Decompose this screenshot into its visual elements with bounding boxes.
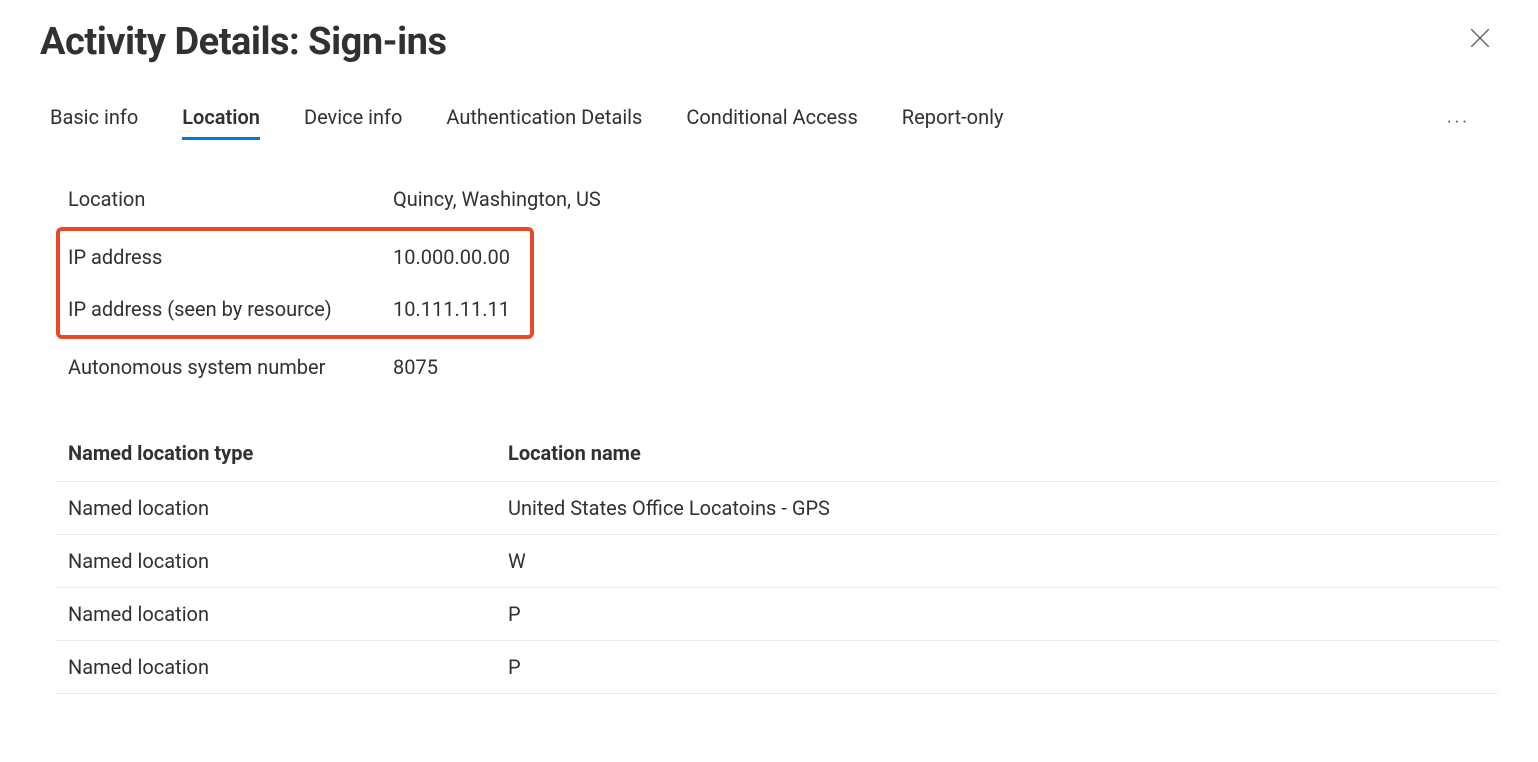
cell-name: P: [496, 588, 1498, 641]
cell-name: W: [496, 535, 1498, 588]
more-icon: ···: [1447, 112, 1470, 133]
tab-device-info[interactable]: Device info: [304, 105, 402, 140]
location-details: Location Quincy, Washington, US IP addre…: [40, 171, 1498, 395]
tab-report-only[interactable]: Report-only: [902, 105, 1004, 140]
label-ip-address: IP address: [68, 245, 393, 269]
value-asn: 8075: [393, 355, 438, 379]
highlighted-ip-section: IP address 10.000.00.00 IP address (seen…: [56, 227, 534, 339]
close-icon: [1470, 33, 1490, 52]
label-location: Location: [68, 187, 393, 211]
cell-name: P: [496, 641, 1498, 694]
tab-basic-info[interactable]: Basic info: [50, 105, 138, 140]
detail-ip-address: IP address 10.000.00.00: [68, 231, 510, 283]
cell-type: Named location: [56, 535, 496, 588]
table-row[interactable]: Named location P: [56, 641, 1498, 694]
more-tabs-button[interactable]: ···: [1439, 104, 1478, 141]
label-ip-address-resource: IP address (seen by resource): [68, 297, 393, 321]
named-locations-table: Named location type Location name Named …: [56, 425, 1498, 694]
table-row[interactable]: Named location P: [56, 588, 1498, 641]
cell-type: Named location: [56, 641, 496, 694]
named-locations-table-section: Named location type Location name Named …: [40, 425, 1498, 694]
table-row[interactable]: Named location W: [56, 535, 1498, 588]
label-asn: Autonomous system number: [68, 355, 393, 379]
detail-ip-address-resource: IP address (seen by resource) 10.111.11.…: [68, 283, 510, 335]
cell-type: Named location: [56, 588, 496, 641]
cell-type: Named location: [56, 482, 496, 535]
value-ip-address: 10.000.00.00: [393, 245, 510, 269]
tab-location[interactable]: Location: [182, 105, 260, 140]
tab-authentication-details[interactable]: Authentication Details: [446, 105, 642, 140]
cell-name: United States Office Locatoins - GPS: [496, 482, 1498, 535]
page-title: Activity Details: Sign-ins: [40, 20, 446, 64]
column-header-name[interactable]: Location name: [496, 425, 1498, 482]
detail-location: Location Quincy, Washington, US: [68, 171, 1498, 227]
value-ip-address-resource: 10.111.11.11: [393, 297, 510, 321]
table-row[interactable]: Named location United States Office Loca…: [56, 482, 1498, 535]
value-location: Quincy, Washington, US: [393, 187, 601, 211]
close-button[interactable]: [1462, 20, 1498, 60]
column-header-type[interactable]: Named location type: [56, 425, 496, 482]
tabs-container: Basic info Location Device info Authenti…: [50, 105, 1003, 140]
detail-asn: Autonomous system number 8075: [68, 339, 1498, 395]
tab-conditional-access[interactable]: Conditional Access: [686, 105, 857, 140]
